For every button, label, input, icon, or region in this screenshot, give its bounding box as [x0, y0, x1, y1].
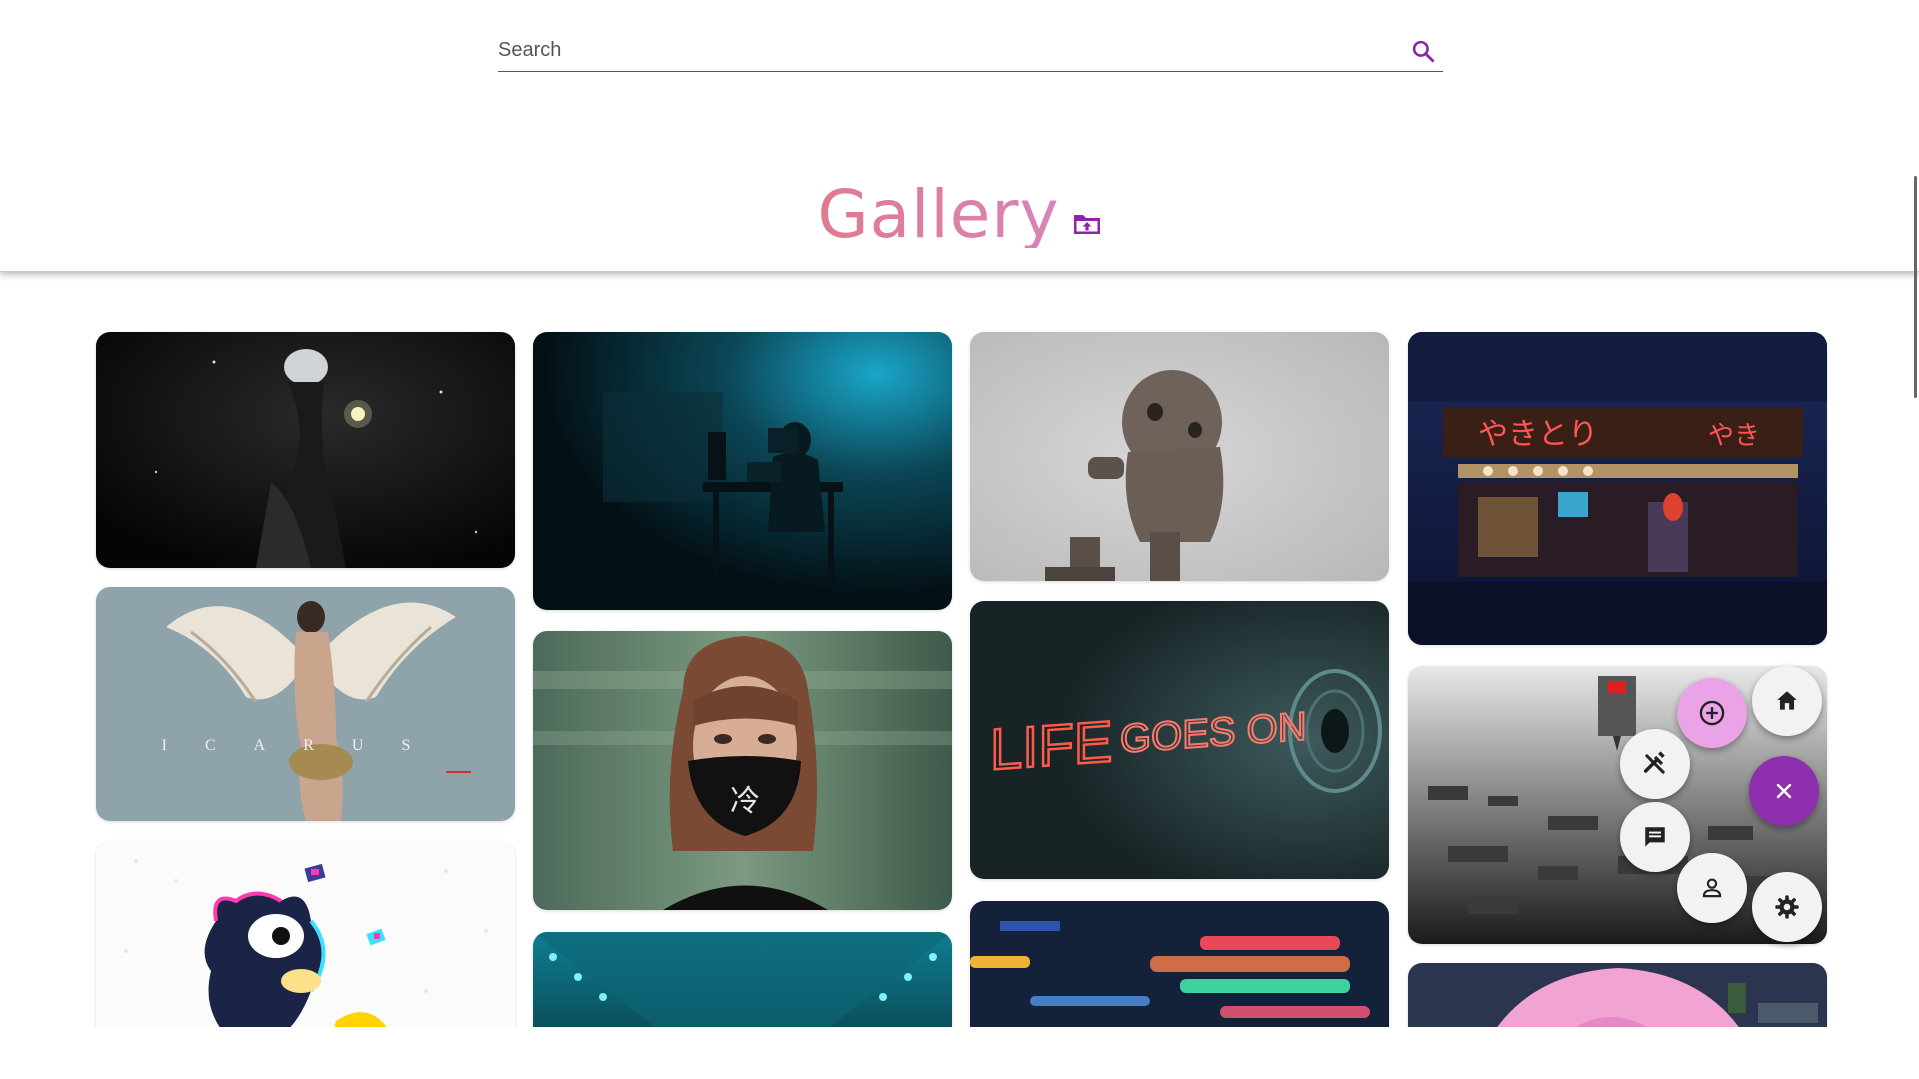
gallery-image-hooded-figure[interactable]	[533, 332, 952, 610]
settings-icon	[1775, 895, 1799, 919]
gallery-image-android-girl[interactable]	[96, 332, 515, 568]
add-button[interactable]	[1677, 678, 1747, 748]
page-bottom	[0, 1027, 1919, 1079]
settings-button[interactable]	[1752, 872, 1822, 942]
search-icon[interactable]	[1403, 31, 1443, 71]
search-input[interactable]	[498, 30, 1403, 71]
folder-upload-icon[interactable]	[1072, 211, 1102, 237]
gallery-image-masked-girl[interactable]: 冷	[533, 631, 952, 910]
chat-icon	[1645, 827, 1665, 847]
profile-button[interactable]	[1677, 853, 1747, 923]
chat-button[interactable]	[1620, 802, 1690, 872]
person-icon	[1702, 878, 1722, 898]
svg-text:冷: 冷	[730, 784, 760, 819]
gallery-image-life-goes-on[interactable]: LIFE GOES ON	[970, 601, 1389, 879]
search-bar	[498, 30, 1443, 72]
svg-text:LIFE: LIFE	[990, 709, 1112, 782]
tools-button[interactable]	[1620, 729, 1690, 799]
tools-icon	[1643, 751, 1665, 774]
home-icon	[1777, 691, 1797, 710]
svg-text:やき: やき	[1708, 421, 1760, 451]
gallery-image-tunnel[interactable]	[533, 932, 952, 1027]
gallery-image-robot[interactable]	[970, 332, 1389, 581]
svg-text:ICARUS: ICARUS	[162, 737, 449, 754]
header: Gallery	[0, 0, 1919, 272]
title-row: Gallery	[0, 170, 1919, 260]
scrollbar-thumb[interactable]	[1914, 176, 1917, 398]
gallery-image-icarus[interactable]: ICARUS	[96, 587, 515, 821]
gallery-image-cartoon-cat[interactable]	[96, 841, 515, 1027]
gallery-image-anime-pink-hair[interactable]	[1408, 963, 1827, 1027]
page-title: Gallery	[817, 176, 1060, 253]
gallery-image-izakaya[interactable]: やきとり やき	[1408, 332, 1827, 645]
close-icon	[1776, 783, 1792, 799]
add-circle-icon	[1699, 700, 1725, 726]
svg-text:やきとり: やきとり	[1478, 417, 1598, 452]
gallery-image-city-lights[interactable]	[970, 901, 1389, 1027]
close-button[interactable]	[1749, 756, 1819, 826]
home-button[interactable]	[1752, 666, 1822, 736]
